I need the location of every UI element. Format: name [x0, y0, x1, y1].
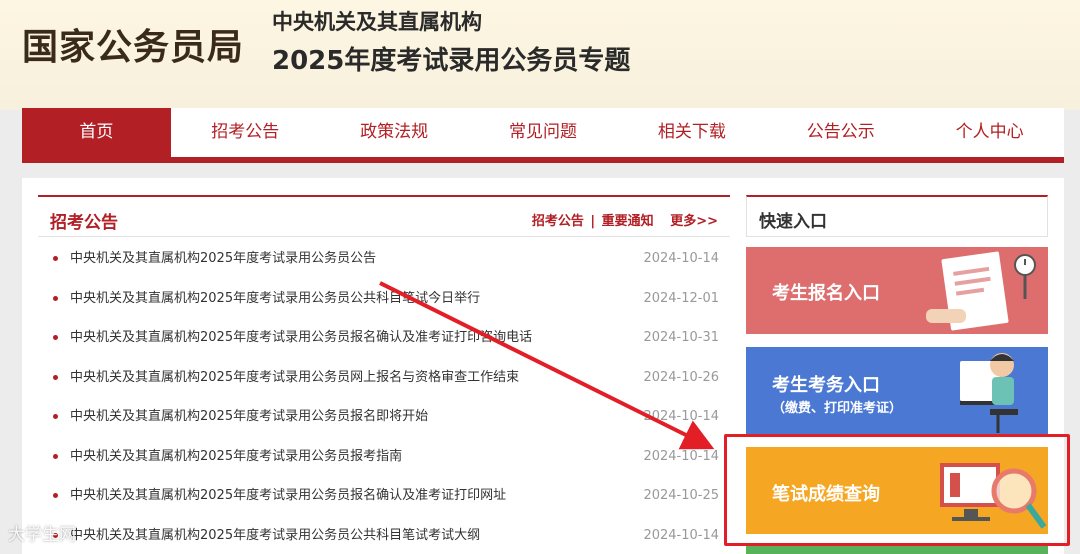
- watermark: 大学生网: [8, 525, 76, 545]
- annotation-arrow-icon: [379, 281, 715, 450]
